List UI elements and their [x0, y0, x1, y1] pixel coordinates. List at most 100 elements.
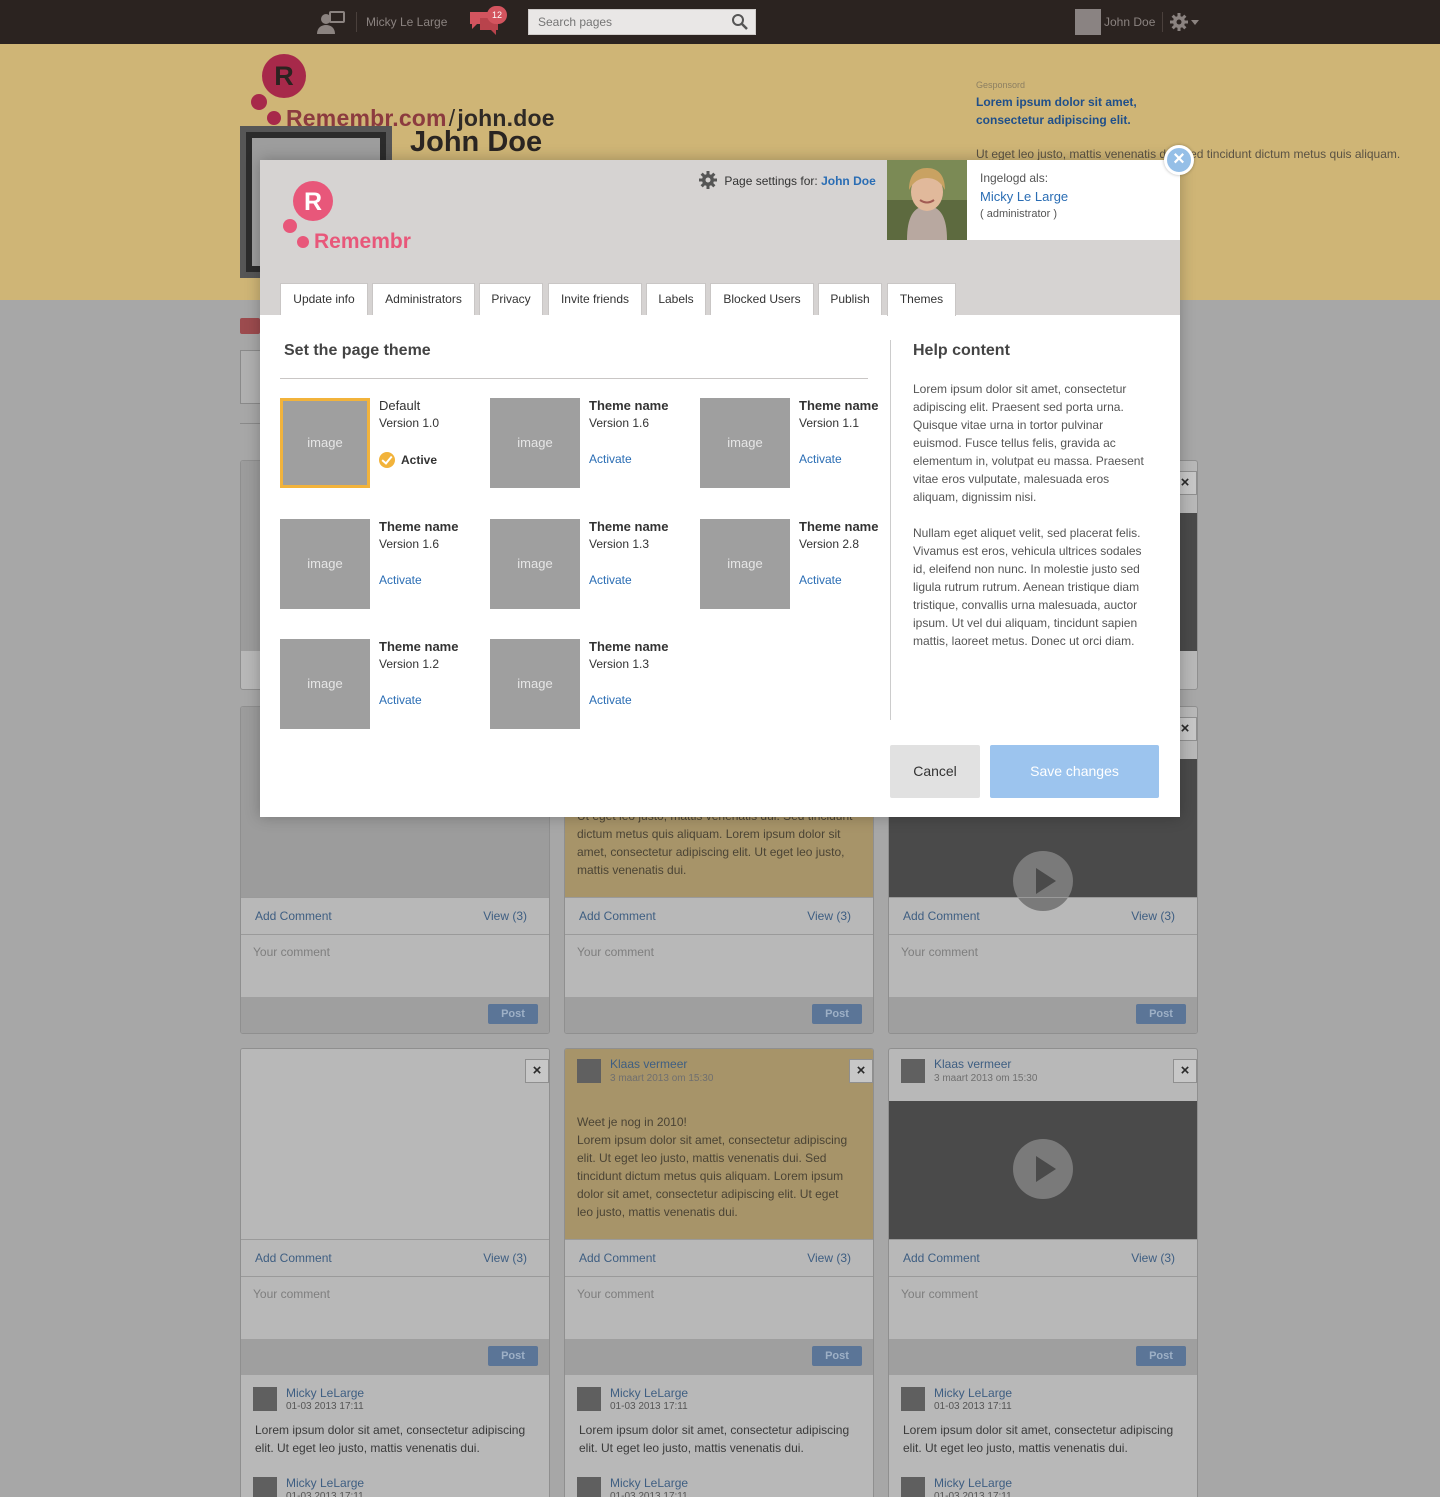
theme-thumbnail[interactable]: image: [490, 398, 580, 488]
view-comments-link[interactable]: View (3): [807, 1251, 851, 1265]
page-settings-modal: R Remembr Page settings for: John Doe In…: [260, 145, 1194, 817]
post-button[interactable]: Post: [1136, 1346, 1186, 1366]
theme-name: Theme name: [799, 519, 879, 534]
theme-thumbnail[interactable]: image: [700, 398, 790, 488]
theme-thumbnail[interactable]: image: [280, 519, 370, 609]
theme-activate-link[interactable]: Activate: [589, 693, 632, 707]
add-comment-link[interactable]: Add Comment: [255, 909, 332, 923]
tab-privacy[interactable]: Privacy: [479, 283, 543, 315]
play-icon[interactable]: [1013, 1139, 1073, 1199]
commenter-name[interactable]: Micky LeLarge: [934, 1386, 1012, 1400]
close-icon[interactable]: ×: [525, 1059, 549, 1083]
commenter-name[interactable]: Micky LeLarge: [610, 1476, 688, 1490]
author-name[interactable]: Klaas vermeer: [610, 1057, 687, 1071]
commenter-name[interactable]: Micky LeLarge: [286, 1476, 364, 1490]
theme-activate-link[interactable]: Activate: [799, 452, 842, 466]
theme-activate-link[interactable]: Activate: [379, 693, 422, 707]
add-comment-link[interactable]: Add Comment: [255, 1251, 332, 1265]
add-comment-link[interactable]: Add Comment: [903, 1251, 980, 1265]
theme-thumbnail[interactable]: image: [490, 639, 580, 729]
theme-version: Version 1.2: [379, 657, 440, 671]
view-comments-link[interactable]: View (3): [483, 909, 527, 923]
ad-title[interactable]: Lorem ipsum dolor sit amet, consectetur …: [976, 93, 1196, 129]
people-icon[interactable]: [316, 10, 346, 36]
theme-activate-link[interactable]: Activate: [379, 573, 422, 587]
post-button[interactable]: Post: [812, 1346, 862, 1366]
theme-thumbnail[interactable]: image: [490, 519, 580, 609]
theme-thumbnail[interactable]: image: [700, 519, 790, 609]
theme-activate-link[interactable]: Activate: [799, 573, 842, 587]
author-name[interactable]: Klaas vermeer: [934, 1057, 1011, 1071]
help-paragraph: Lorem ipsum dolor sit amet, consectetur …: [913, 382, 1144, 504]
topbar-user-name[interactable]: Micky Le Large: [366, 15, 447, 29]
search-icon[interactable]: [731, 13, 749, 31]
theme-version: Version 1.0: [379, 416, 440, 430]
theme-name: Theme name: [379, 639, 459, 654]
view-comments-link[interactable]: View (3): [483, 1251, 527, 1265]
comment-input[interactable]: Your comment: [577, 945, 654, 959]
theme-item: image Default Version 1.0 Active: [280, 398, 470, 490]
save-changes-button[interactable]: Save changes: [990, 745, 1159, 798]
post-button[interactable]: Post: [488, 1004, 538, 1024]
cancel-button[interactable]: Cancel: [890, 745, 980, 798]
close-icon[interactable]: ×: [849, 1059, 873, 1083]
profile-name: John Doe: [410, 126, 543, 158]
settings-page-name[interactable]: John Doe: [821, 174, 876, 188]
theme-activate-link[interactable]: Activate: [589, 452, 632, 466]
login-user-name[interactable]: Micky Le Large: [980, 189, 1068, 204]
theme-thumbnail[interactable]: image: [280, 639, 370, 729]
account-avatar[interactable]: [1075, 9, 1101, 35]
theme-name: Theme name: [589, 398, 669, 413]
close-icon[interactable]: ×: [1164, 145, 1194, 175]
view-comments-link[interactable]: View (3): [807, 909, 851, 923]
commenter-avatar: [253, 1477, 277, 1497]
view-comments-link[interactable]: View (3): [1131, 909, 1175, 923]
post-button[interactable]: Post: [488, 1346, 538, 1366]
theme-activate-link[interactable]: Activate: [589, 573, 632, 587]
comment-input[interactable]: Your comment: [901, 1287, 978, 1301]
search-input[interactable]: [529, 10, 719, 34]
comment-date: 01-03 2013 17:11: [610, 1401, 688, 1412]
close-icon[interactable]: ×: [1173, 1059, 1197, 1083]
add-comment-link[interactable]: Add Comment: [903, 909, 980, 923]
view-comments-link[interactable]: View (3): [1131, 1251, 1175, 1265]
comment-text: Lorem ipsum dolor sit amet, consectetur …: [903, 1423, 1174, 1455]
add-comment-link[interactable]: Add Comment: [579, 1251, 656, 1265]
svg-text:R: R: [274, 61, 294, 91]
post-date: 3 maart 2013 om 15:30: [610, 1073, 714, 1084]
comment-input[interactable]: Your comment: [901, 945, 978, 959]
theme-thumbnail[interactable]: image: [280, 398, 370, 488]
post-button[interactable]: Post: [812, 1004, 862, 1024]
comment-input[interactable]: Your comment: [253, 1287, 330, 1301]
settings-label: Page settings for:: [724, 174, 818, 188]
sponsored-ad: Gesponsord Lorem ipsum dolor sit amet, c…: [976, 80, 1400, 161]
theme-item: image Theme name Version 1.3 Activate: [490, 639, 680, 731]
tab-labels[interactable]: Labels: [646, 283, 706, 315]
theme-version: Version 2.8: [799, 537, 860, 551]
comment-input[interactable]: Your comment: [577, 1287, 654, 1301]
help-paragraph: Nullam eget aliquet velit, sed placerat …: [913, 526, 1142, 648]
add-comment-link[interactable]: Add Comment: [579, 909, 656, 923]
tab-publish[interactable]: Publish: [818, 283, 882, 315]
theme-name: Theme name: [589, 639, 669, 654]
tab-update-info[interactable]: Update info: [280, 283, 368, 315]
comment-input[interactable]: Your comment: [253, 945, 330, 959]
tab-themes[interactable]: Themes: [887, 283, 956, 316]
post-date: 3 maart 2013 om 15:30: [934, 1073, 1038, 1084]
account-name[interactable]: John Doe: [1104, 15, 1155, 29]
separator: [1162, 12, 1163, 32]
commenter-name[interactable]: Micky LeLarge: [286, 1386, 364, 1400]
top-bar: Micky Le Large 12 John Doe: [0, 0, 1440, 44]
comment-text: Lorem ipsum dolor sit amet, consectetur …: [579, 1423, 850, 1455]
commenter-name[interactable]: Micky LeLarge: [610, 1386, 688, 1400]
tab-blocked-users[interactable]: Blocked Users: [710, 283, 814, 315]
gear-icon[interactable]: [1170, 12, 1200, 32]
post-button[interactable]: Post: [1136, 1004, 1186, 1024]
tab-administrators[interactable]: Administrators: [372, 283, 475, 315]
theme-name: Default: [379, 398, 421, 413]
commenter-name[interactable]: Micky LeLarge: [934, 1476, 1012, 1490]
theme-status-label: Active: [401, 453, 438, 467]
tab-invite-friends[interactable]: Invite friends: [548, 283, 642, 315]
author-avatar: [577, 1059, 601, 1083]
post-bar: Post: [565, 997, 873, 1033]
